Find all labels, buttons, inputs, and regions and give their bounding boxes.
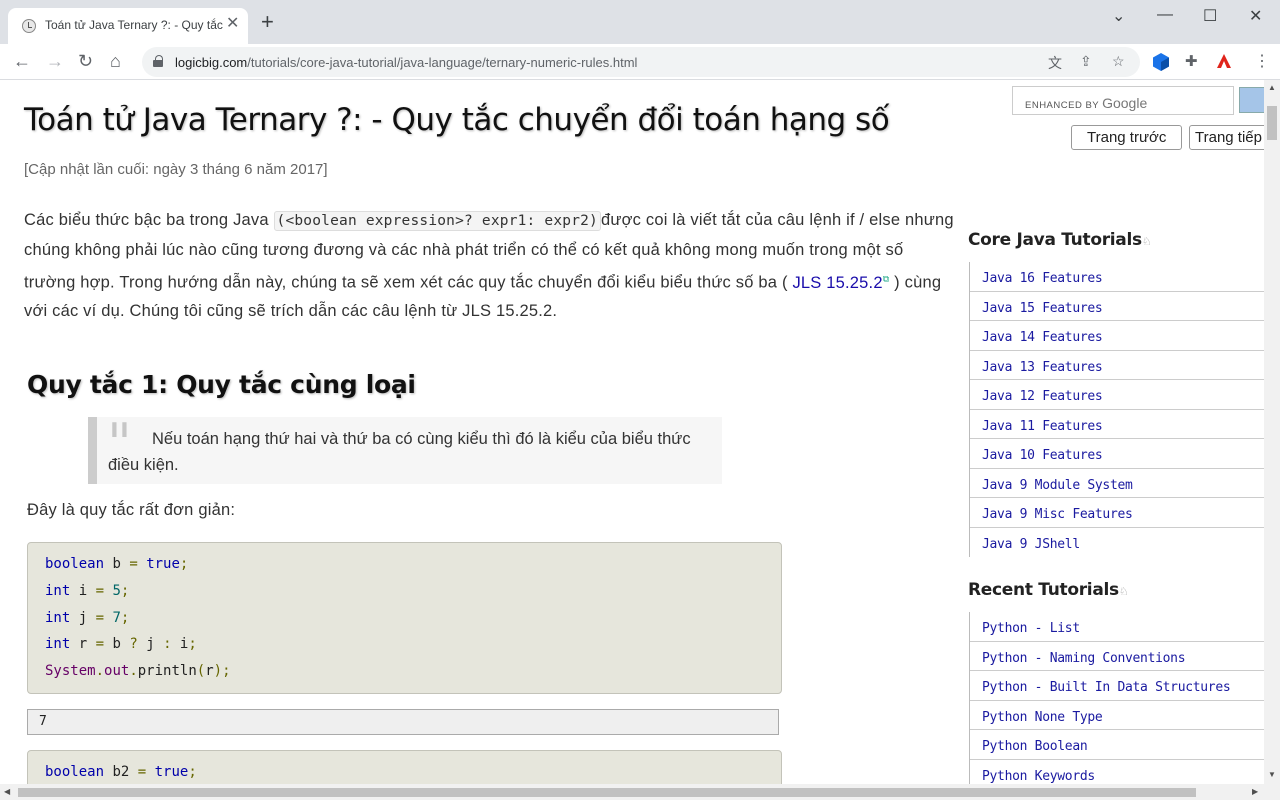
minimize-icon[interactable]: — xyxy=(1157,6,1173,24)
sidebar-item[interactable]: Python - List xyxy=(970,612,1264,642)
last-updated: [Cập nhật lần cuối: ngày 3 tháng 6 năm 2… xyxy=(24,161,328,178)
core-java-list: Java 16 Features Java 15 Features Java 1… xyxy=(969,262,1264,557)
horizontal-scrollbar[interactable]: ◀ ▶ xyxy=(0,784,1280,800)
recent-tutorials-list: Python - List Python - Naming Convention… xyxy=(969,612,1264,784)
sidebar-item[interactable]: Python None Type xyxy=(970,701,1264,730)
acrobat-icon[interactable] xyxy=(1216,53,1232,74)
code-block-2: boolean b2 = true; xyxy=(27,750,782,784)
code-block-1: boolean b = true; int i = 5; int j = 7; … xyxy=(27,542,782,694)
maximize-icon[interactable]: ☐ xyxy=(1203,6,1217,26)
scroll-left-icon[interactable]: ◀ xyxy=(4,787,10,796)
sidebar-item[interactable]: Python Keywords xyxy=(970,760,1264,785)
browser-tab[interactable]: Toán tử Java Ternary ?: - Quy tắc chuyển… xyxy=(8,8,248,44)
intro-paragraph: Các biểu thức bậc ba trong Java (<boolea… xyxy=(24,211,954,320)
pin-icon: ♘ xyxy=(1141,235,1152,248)
sidebar-item[interactable]: Java 11 Features xyxy=(970,410,1264,439)
horizontal-scroll-thumb[interactable] xyxy=(18,788,1196,797)
rule1-heading: Quy tắc 1: Quy tắc cùng loại xyxy=(27,370,416,399)
tab-search-icon[interactable]: ⌄ xyxy=(1112,6,1125,26)
scroll-down-icon[interactable]: ▼ xyxy=(1268,770,1276,779)
output-block-1: 7 xyxy=(27,709,779,735)
next-page-button[interactable]: Trang tiếp xyxy=(1189,125,1264,150)
sidebar-item[interactable]: Python - Naming Conventions xyxy=(970,642,1264,671)
back-icon[interactable]: ← xyxy=(13,50,31,72)
page-content: Toán tử Java Ternary ?: - Quy tắc chuyển… xyxy=(0,80,1264,784)
sidebar-item[interactable]: Java 14 Features xyxy=(970,321,1264,351)
pin-icon: ♘ xyxy=(1118,585,1129,598)
lead-text: Đây là quy tắc rất đơn giản: xyxy=(27,501,236,519)
sidebar-item[interactable]: Java 9 JShell xyxy=(970,528,1264,558)
logicbig-favicon-icon xyxy=(22,19,36,33)
sidebar-item[interactable]: Java 9 Misc Features xyxy=(970,498,1264,528)
sidebar-item[interactable]: Java 9 Module System xyxy=(970,469,1264,498)
sidebar-item[interactable]: Java 16 Features xyxy=(970,262,1264,292)
recent-tutorials-heading: Recent Tutorials♘ xyxy=(968,580,1129,600)
address-bar[interactable]: logicbig.com/tutorials/core-java-tutoria… xyxy=(142,47,1140,77)
lock-icon[interactable] xyxy=(153,55,163,67)
browser-toolbar: ← → ↻ ⌂ logicbig.com/tutorials/core-java… xyxy=(0,44,1280,80)
sidebar-item[interactable]: Python Boolean xyxy=(970,730,1264,760)
inline-code: (<boolean expression>? expr1: expr2) xyxy=(273,211,601,231)
share-icon[interactable]: ⇪ xyxy=(1080,53,1092,70)
sidebar-item[interactable]: Java 15 Features xyxy=(970,292,1264,321)
core-java-heading: Core Java Tutorials♘ xyxy=(968,230,1152,250)
new-tab-icon[interactable]: + xyxy=(261,11,274,33)
rule1-quote: " Nếu toán hạng thứ hai và thứ ba có cùn… xyxy=(88,417,722,484)
reload-icon[interactable]: ↻ xyxy=(78,50,93,72)
puzzle-icon[interactable]: ✚ xyxy=(1185,52,1198,70)
page-title: Toán tử Java Ternary ?: - Quy tắc chuyển… xyxy=(24,102,890,138)
tab-title: Toán tử Java Ternary ?: - Quy tắc chuyển… xyxy=(45,18,223,32)
sidebar-item[interactable]: Java 10 Features xyxy=(970,439,1264,469)
star-icon[interactable]: ☆ xyxy=(1112,53,1125,70)
translate-icon[interactable]: 文 xyxy=(1048,53,1062,73)
search-button[interactable] xyxy=(1239,87,1264,113)
menu-icon[interactable]: ⋮ xyxy=(1254,51,1270,71)
prev-page-button[interactable]: Trang trước xyxy=(1071,125,1183,150)
vertical-scrollbar[interactable]: ▲ ▼ xyxy=(1264,80,1280,784)
sidebar-item[interactable]: Java 12 Features xyxy=(970,380,1264,410)
url-text[interactable]: logicbig.com/tutorials/core-java-tutoria… xyxy=(175,55,637,70)
search-label: ENHANCED BY Google xyxy=(1025,95,1148,111)
jls-link[interactable]: JLS 15.25.2⧉ xyxy=(792,273,889,292)
forward-icon[interactable]: → xyxy=(46,50,64,72)
browser-titlebar: Toán tử Java Ternary ?: - Quy tắc chuyển… xyxy=(0,0,1280,44)
scroll-right-icon[interactable]: ▶ xyxy=(1252,787,1258,796)
scroll-up-icon[interactable]: ▲ xyxy=(1268,83,1276,92)
vertical-scroll-thumb[interactable] xyxy=(1267,106,1277,140)
sidebar-item[interactable]: Python - Built In Data Structures xyxy=(970,671,1264,701)
google-search-input[interactable]: ENHANCED BY Google xyxy=(1012,86,1234,115)
close-window-icon[interactable]: ✕ xyxy=(1249,6,1262,26)
close-tab-icon[interactable]: ✕ xyxy=(226,16,239,32)
home-icon[interactable]: ⌂ xyxy=(110,50,121,72)
cube-extension-icon[interactable] xyxy=(1153,53,1169,76)
sidebar-item[interactable]: Java 13 Features xyxy=(970,351,1264,380)
quote-mark-icon: " xyxy=(107,412,132,475)
